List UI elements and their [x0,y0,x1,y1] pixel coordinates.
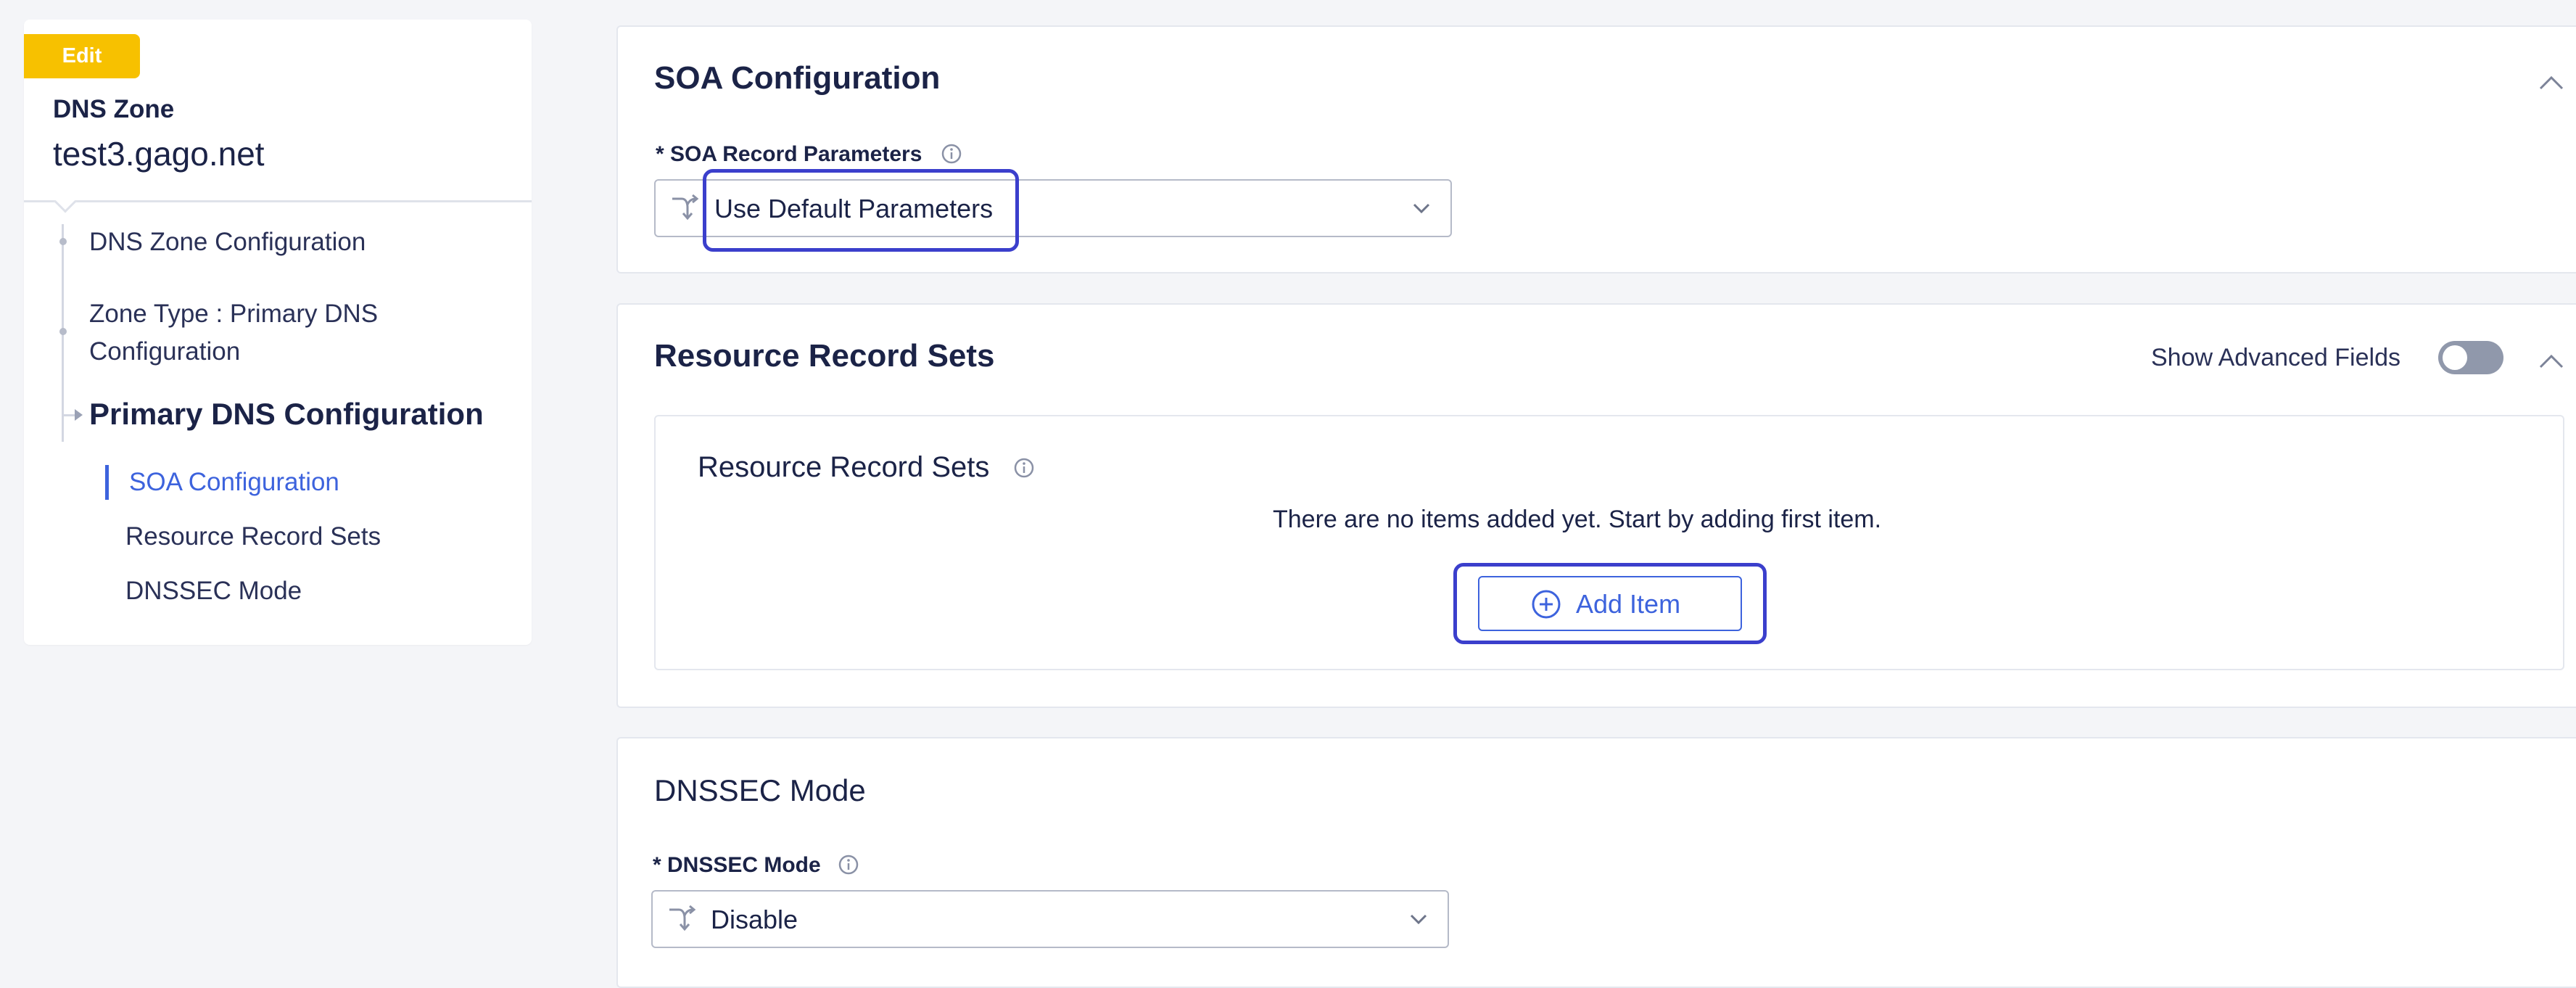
tree-dot [59,328,67,335]
empty-state-message: There are no items added yet. Start by a… [1273,506,1882,533]
tree-dot [59,238,67,245]
soa-section-title: SOA Configuration [654,60,941,96]
nav-zone-type-line1[interactable]: Zone Type : Primary DNS [89,295,378,333]
route-icon [669,905,696,931]
nav-dns-zone-configuration[interactable]: DNS Zone Configuration [89,223,366,261]
dnssec-mode-label: * DNSSEC Mode [653,853,821,877]
rrs-panel-title: Resource Record Sets [698,451,990,483]
nav-soa-configuration[interactable]: SOA Configuration [129,464,339,501]
nav-dnssec-mode[interactable]: DNSSEC Mode [125,572,302,610]
chevron-down-icon[interactable] [1412,202,1431,214]
chevron-up-icon[interactable] [2538,75,2564,91]
info-icon[interactable] [941,144,962,164]
active-indicator [105,465,109,500]
zone-name: test3.gago.net [53,135,265,173]
dnssec-mode-card [616,737,2576,988]
edit-badge: Edit [24,34,140,78]
caret-right-icon [75,409,83,421]
show-advanced-fields-label: Show Advanced Fields [2151,344,2400,371]
nav-zone-type-line2[interactable]: Configuration [89,333,240,371]
rrs-section-title: Resource Record Sets [654,338,995,374]
toggle-knob [2443,345,2467,370]
sidebar-header: Edit DNS Zone test3.gago.net [24,20,532,202]
show-advanced-fields-toggle[interactable] [2438,341,2503,374]
nav-resource-record-sets[interactable]: Resource Record Sets [125,518,381,556]
soa-record-parameters-label: * SOA Record Parameters [656,142,922,166]
info-icon[interactable] [1014,458,1034,478]
soa-select-highlight [703,169,1019,252]
dnssec-select-value: Disable [711,905,798,934]
add-item-highlight [1453,563,1767,644]
zone-type-label: DNS Zone [53,95,175,123]
chevron-up-icon[interactable] [2538,353,2564,369]
chevron-down-icon[interactable] [1409,913,1428,925]
nav-primary-dns-configuration[interactable]: Primary DNS Configuration [89,397,484,432]
info-icon[interactable] [838,855,859,875]
route-icon [672,194,699,221]
tree-branch [62,414,76,416]
dnssec-section-title: DNSSEC Mode [654,773,866,807]
sidebar: Edit DNS Zone test3.gago.net DNS Zone Co… [24,20,532,645]
